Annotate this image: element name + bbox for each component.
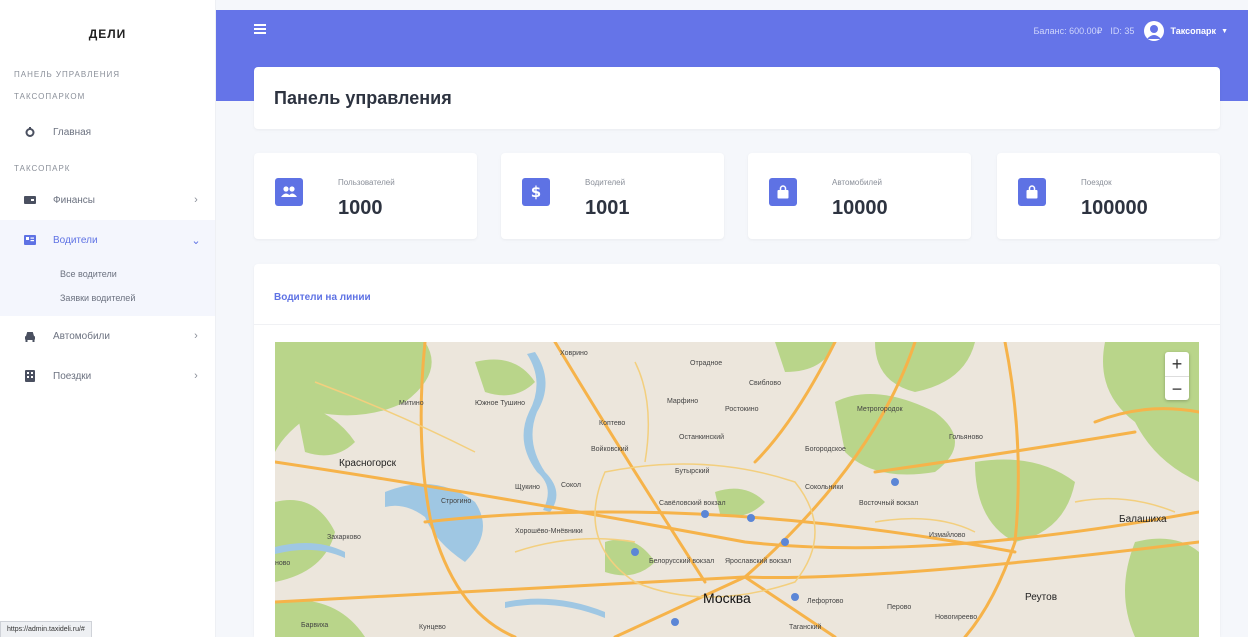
stat-label: Пользователей — [338, 178, 395, 187]
stat-card-drivers: $ Водителей 1001 — [501, 153, 724, 239]
map-label: Кунцево — [419, 624, 446, 631]
chevron-down-icon: ⌄ — [191, 234, 201, 247]
map-label: Савёловский вокзал — [659, 500, 726, 507]
sidebar-item-label: Главная — [53, 126, 92, 138]
stat-card-trips: Поездок 100000 — [997, 153, 1220, 239]
stat-value: 100000 — [1081, 197, 1148, 219]
bag-icon[interactable] — [769, 178, 797, 206]
map-label: Восточный вокзал — [859, 500, 919, 507]
home-icon — [22, 124, 38, 140]
chevron-right-icon: › — [194, 194, 198, 206]
stat-card-users: Пользователей 1000 — [254, 153, 477, 239]
stat-value: 1000 — [338, 197, 383, 219]
drivers-submenu: Все водители Заявки водителей — [0, 260, 215, 316]
dollar-icon[interactable]: $ — [522, 178, 550, 206]
sidebar-item-drivers[interactable]: Водители ⌄ — [0, 220, 215, 260]
sidebar-item-label: Автомобили — [53, 330, 110, 342]
map-label: Щукино — [515, 484, 540, 491]
user-id-text: ID: 35 — [1110, 26, 1135, 36]
map-label: Москва — [703, 590, 751, 606]
section-label-taxopark: ТАКСОПАРК — [14, 164, 71, 173]
car-icon — [22, 328, 38, 344]
divider — [254, 324, 1220, 325]
map-label: Барвиха — [301, 622, 329, 629]
brand-logo[interactable]: ДЕЛИ — [0, 0, 215, 64]
page-header-card: Панель управления — [254, 67, 1220, 129]
map-label: Белорусский вокзал — [649, 558, 715, 565]
section-label-panel: ПАНЕЛЬ УПРАВЛЕНИЯ — [14, 70, 121, 79]
map-label: Отрадное — [690, 360, 723, 367]
map-label: Митино — [399, 400, 424, 407]
map-label: Гольяново — [949, 434, 983, 441]
section-label-panel-2: ТАКСОПАРКОМ — [14, 92, 86, 101]
stat-value: 10000 — [832, 197, 888, 219]
map-label: Ховрино — [560, 350, 588, 357]
map-label: Хорошёво-Мнёвники — [515, 528, 583, 535]
map-label: Реутов — [1025, 592, 1058, 603]
sidebar-item-finances[interactable]: Финансы › — [0, 180, 215, 220]
map-label: Захарково — [327, 534, 361, 541]
map-label: Свиблово — [749, 380, 781, 387]
map-label: Сокол — [561, 482, 581, 489]
sidebar-item-label: Финансы — [53, 194, 95, 206]
stat-label: Поездок — [1081, 178, 1112, 187]
wallet-icon — [22, 192, 38, 208]
stat-card-cars: Автомобилей 10000 — [748, 153, 971, 239]
chevron-right-icon: › — [194, 330, 198, 342]
bag-icon[interactable] — [1018, 178, 1046, 206]
submenu-item-driver-orders[interactable]: Заявки водителей — [0, 286, 215, 310]
avatar[interactable] — [1144, 21, 1165, 41]
map-card-title: Водители на линии — [274, 292, 371, 303]
map-label: Измайлово — [929, 532, 966, 539]
map-label: Таганский — [789, 624, 822, 631]
map-label: Марфино — [667, 398, 699, 405]
sidebar-item-home[interactable]: Главная — [0, 112, 215, 152]
user-area: Баланс: 600.00₽ ID: 35 Таксопарк ▼ — [1034, 20, 1228, 42]
stat-label: Водителей — [585, 178, 626, 187]
map-label: Лефортово — [807, 598, 844, 605]
map-label: Красногорск — [339, 458, 396, 469]
map-label: Богородское — [805, 446, 846, 453]
page-title: Панель управления — [274, 87, 452, 108]
zoom-out-button[interactable]: − — [1165, 376, 1189, 400]
id-card-icon — [22, 232, 38, 248]
drivers-map-card: Водители на линии Ховрино Отрадное Свибл… — [254, 264, 1220, 637]
map-label: Коптево — [599, 420, 626, 427]
zoom-in-button[interactable]: + — [1165, 352, 1189, 376]
balance-text: Баланс: 600.00₽ — [1033, 25, 1103, 36]
map-label: Войковский — [591, 446, 629, 453]
stat-label: Автомобилей — [832, 178, 883, 187]
caret-down-icon[interactable]: ▼ — [1221, 28, 1228, 35]
user-name-dropdown[interactable]: Таксопарк — [1170, 26, 1216, 36]
menu-toggle-icon[interactable] — [254, 24, 266, 34]
map-label: Бутырский — [675, 468, 710, 475]
map-label: Сокольники — [805, 484, 844, 491]
users-icon[interactable] — [275, 178, 303, 206]
map-label: Новогиреево — [935, 614, 978, 621]
map-label: Перово — [887, 604, 912, 611]
sidebar-item-label: Водители — [53, 234, 98, 246]
sidebar: ДЕЛИ ПАНЕЛЬ УПРАВЛЕНИЯ ТАКСОПАРКОМ Главн… — [0, 0, 216, 637]
submenu-item-all-drivers[interactable]: Все водители — [0, 262, 215, 286]
sidebar-item-trips[interactable]: Поездки › — [0, 356, 215, 396]
browser-status-url: https://admin.taxideli.ru/# — [0, 621, 92, 637]
map-label: Ярославский вокзал — [725, 558, 792, 565]
stat-value: 1001 — [585, 197, 630, 219]
sidebar-item-label: Поездки — [53, 370, 92, 382]
building-icon — [22, 368, 38, 384]
map-label: Ростокино — [725, 406, 759, 413]
map-view[interactable]: Ховрино Отрадное Свиблово Митино Южное Т… — [275, 342, 1199, 637]
map-label: ново — [275, 560, 291, 567]
map-label: Метрогородок — [857, 406, 903, 413]
chevron-right-icon: › — [194, 370, 198, 382]
sidebar-item-cars[interactable]: Автомобили › — [0, 316, 215, 356]
map-label: Южное Тушино — [475, 400, 526, 407]
map-zoom-control: + − — [1165, 352, 1189, 400]
map-label: Балашиха — [1119, 514, 1167, 525]
map-label: Строгино — [441, 498, 472, 505]
map-label: Останкинский — [679, 434, 725, 441]
